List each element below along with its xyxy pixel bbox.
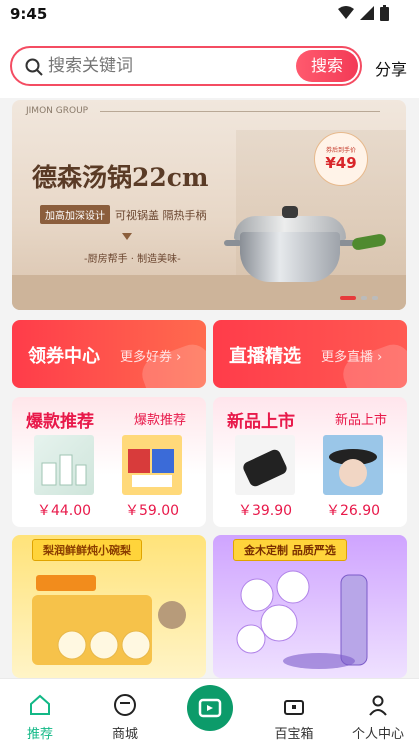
banner-brand: JIMON GROUP	[26, 106, 89, 116]
tab-treasure-box[interactable]: 百宝箱	[262, 693, 326, 742]
promo-more-label: 更多直播	[321, 350, 374, 365]
shopping-bag-icon	[114, 694, 136, 716]
status-bar: 9:45	[0, 0, 419, 30]
product-price: ￥39.90	[237, 503, 293, 519]
search-button[interactable]: 搜索	[296, 50, 358, 82]
product-price: ￥44.00	[36, 503, 92, 519]
tab-label: 推荐	[26, 727, 53, 742]
search-icon	[25, 58, 43, 76]
card-title: 新品上市	[227, 412, 295, 432]
banner-divider	[100, 111, 380, 112]
battery-icon	[380, 5, 389, 21]
live-picks-card[interactable]: 直播精选 更多直播 ›	[213, 320, 407, 388]
promo-title: 领券中心	[28, 346, 100, 367]
product-image[interactable]	[122, 435, 182, 495]
tab-live[interactable]	[187, 685, 233, 731]
promo-more-link[interactable]: 更多直播 ›	[321, 346, 382, 365]
search-box[interactable]: 搜索	[10, 46, 362, 86]
price-badge: 券后到手价 ¥49	[314, 132, 368, 186]
status-time: 9:45	[10, 5, 48, 23]
promo-banner[interactable]: JIMON GROUP 德森汤锅22cm 加高加深设计 可视锅盖 隔热手柄 -厨…	[12, 100, 406, 310]
banner-title: 德森汤锅22cm	[32, 163, 209, 192]
feature-heading: 梨润鲜鲜炖小碗梨	[32, 539, 142, 561]
product-price: ￥26.90	[325, 503, 381, 519]
banner-slogan: -厨房帮手 · 制造美味-	[84, 254, 181, 265]
treasure-box-icon	[284, 700, 304, 715]
pot-knob-image	[282, 206, 298, 218]
product-image[interactable]	[34, 435, 94, 495]
card-subtitle: 爆款推荐	[134, 413, 187, 428]
product-image[interactable]	[323, 435, 383, 495]
card-subtitle: 新品上市	[335, 413, 388, 428]
search-row: 搜索 分享	[0, 30, 419, 98]
tab-label: 商城	[111, 727, 138, 742]
pear-dessert-feature[interactable]: 梨润鲜鲜炖小碗梨	[12, 535, 206, 678]
tab-profile[interactable]: 个人中心	[346, 693, 410, 742]
carousel-dot[interactable]	[372, 296, 378, 300]
card-title: 爆款推荐	[26, 412, 94, 432]
feature-heading: 金木定制 品质严选	[233, 539, 347, 561]
carousel-indicator[interactable]	[340, 296, 378, 300]
herb-product-image	[236, 570, 368, 669]
status-icons	[338, 5, 389, 21]
custom-selection-feature[interactable]: 金木定制 品质严选	[213, 535, 407, 678]
coupon-center-card[interactable]: 领券中心 更多好券 ›	[12, 320, 206, 388]
home-icon	[30, 694, 50, 715]
hot-picks-card[interactable]: 爆款推荐 爆款推荐 ￥44.00 ￥59.00	[12, 397, 206, 527]
banner-counter	[12, 275, 406, 310]
carousel-dot[interactable]	[340, 296, 356, 300]
search-input[interactable]	[48, 54, 288, 78]
tv-icon	[198, 698, 222, 718]
price-badge-value: ¥49	[325, 154, 357, 172]
product-image[interactable]	[235, 435, 295, 495]
promo-title: 直播精选	[229, 346, 301, 367]
banner-tag-primary: 加高加深设计	[40, 205, 110, 224]
banner-tag-secondary: 可视锅盖 隔热手柄	[115, 209, 207, 222]
product-price: ￥59.00	[124, 503, 180, 519]
price-badge-label: 券后到手价	[325, 147, 356, 154]
dessert-gift-box-image	[32, 575, 186, 665]
promo-more-link[interactable]: 更多好券 ›	[120, 346, 181, 365]
pot-body-image	[240, 232, 340, 282]
share-button[interactable]: 分享	[375, 56, 407, 80]
signal-icon	[360, 6, 374, 20]
tab-mall[interactable]: 商城	[93, 693, 157, 742]
banner-arrow-icon	[122, 233, 132, 240]
new-arrivals-card[interactable]: 新品上市 新品上市 ￥39.90 ￥26.90	[213, 397, 407, 527]
wifi-icon	[338, 6, 354, 19]
tab-recommend[interactable]: 推荐	[8, 693, 72, 742]
person-icon	[369, 695, 387, 716]
tab-label: 个人中心	[351, 727, 404, 742]
tab-label: 百宝箱	[274, 727, 314, 742]
bottom-tab-bar: 推荐 商城 百宝箱 个人中心	[0, 678, 419, 745]
carousel-dot[interactable]	[361, 296, 367, 300]
promo-more-label: 更多好券	[120, 350, 173, 365]
